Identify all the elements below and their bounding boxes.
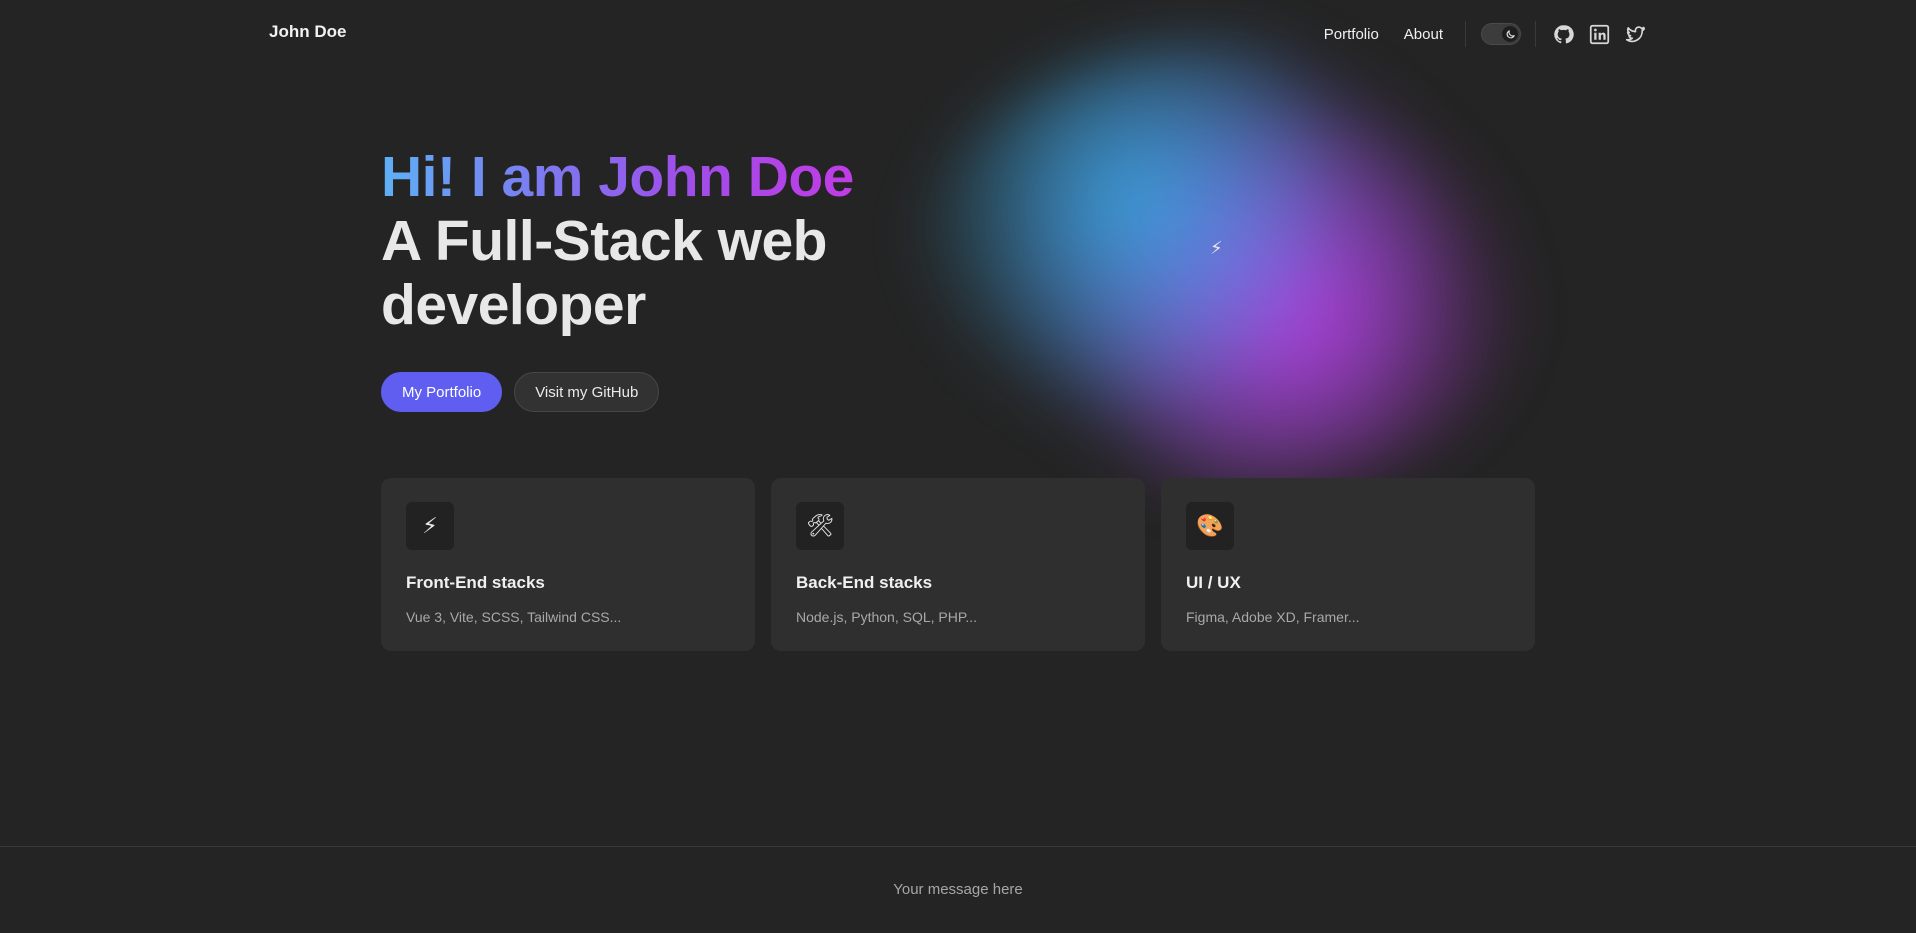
footer-message: Your message here (893, 880, 1023, 898)
card-title: UI / UX (1186, 573, 1241, 592)
card-ui-ux: 🎨 UI / UX Figma, Adobe XD, Framer... (1161, 478, 1535, 651)
hero-glow (915, 40, 1535, 500)
card-title: Back-End stacks (796, 573, 933, 592)
main-nav: Portfolio About (1324, 18, 1646, 50)
nav-divider (1465, 21, 1466, 47)
site-header: John Doe Portfolio About (0, 0, 1916, 68)
nav-divider (1535, 21, 1536, 47)
social-links (1552, 23, 1646, 45)
card-description: Vue 3, Vite, SCSS, Tailwind CSS... (406, 609, 622, 625)
hero-heading: Hi! I am John Doe A Full-Stack web devel… (381, 145, 941, 337)
moon-icon (1502, 26, 1518, 42)
site-footer: Your message here (0, 846, 1916, 933)
hero-subtitle: A Full-Stack web developer (381, 209, 827, 337)
palette-icon: 🎨 (1186, 502, 1234, 550)
brand-link[interactable]: John Doe (269, 22, 346, 42)
tools-icon: 🛠 (796, 502, 844, 550)
skills-cards: ⚡ Front-End stacks Vue 3, Vite, SCSS, Ta… (381, 478, 1535, 651)
lightning-icon: ⚡ (1210, 238, 1223, 258)
card-description: Node.js, Python, SQL, PHP... (796, 609, 978, 625)
hero-greeting: Hi! I am John Doe (381, 145, 854, 209)
card-back-end: 🛠 Back-End stacks Node.js, Python, SQL, … (771, 478, 1145, 651)
theme-toggle[interactable] (1481, 23, 1521, 45)
twitter-icon[interactable] (1624, 23, 1646, 45)
card-title: Front-End stacks (406, 573, 545, 592)
hero-actions: My Portfolio Visit my GitHub (381, 372, 941, 412)
nav-link-portfolio[interactable]: Portfolio (1324, 26, 1379, 43)
card-description: Figma, Adobe XD, Framer... (1186, 609, 1360, 625)
linkedin-icon[interactable] (1588, 23, 1610, 45)
github-icon[interactable] (1552, 23, 1574, 45)
card-front-end: ⚡ Front-End stacks Vue 3, Vite, SCSS, Ta… (381, 478, 755, 651)
lightning-icon: ⚡ (406, 502, 454, 550)
hero: Hi! I am John Doe A Full-Stack web devel… (381, 145, 941, 412)
my-portfolio-button[interactable]: My Portfolio (381, 372, 503, 412)
page: John Doe Portfolio About ⚡ Hi! I am John… (0, 0, 1916, 933)
visit-github-button[interactable]: Visit my GitHub (514, 372, 660, 412)
nav-link-about[interactable]: About (1404, 26, 1443, 43)
